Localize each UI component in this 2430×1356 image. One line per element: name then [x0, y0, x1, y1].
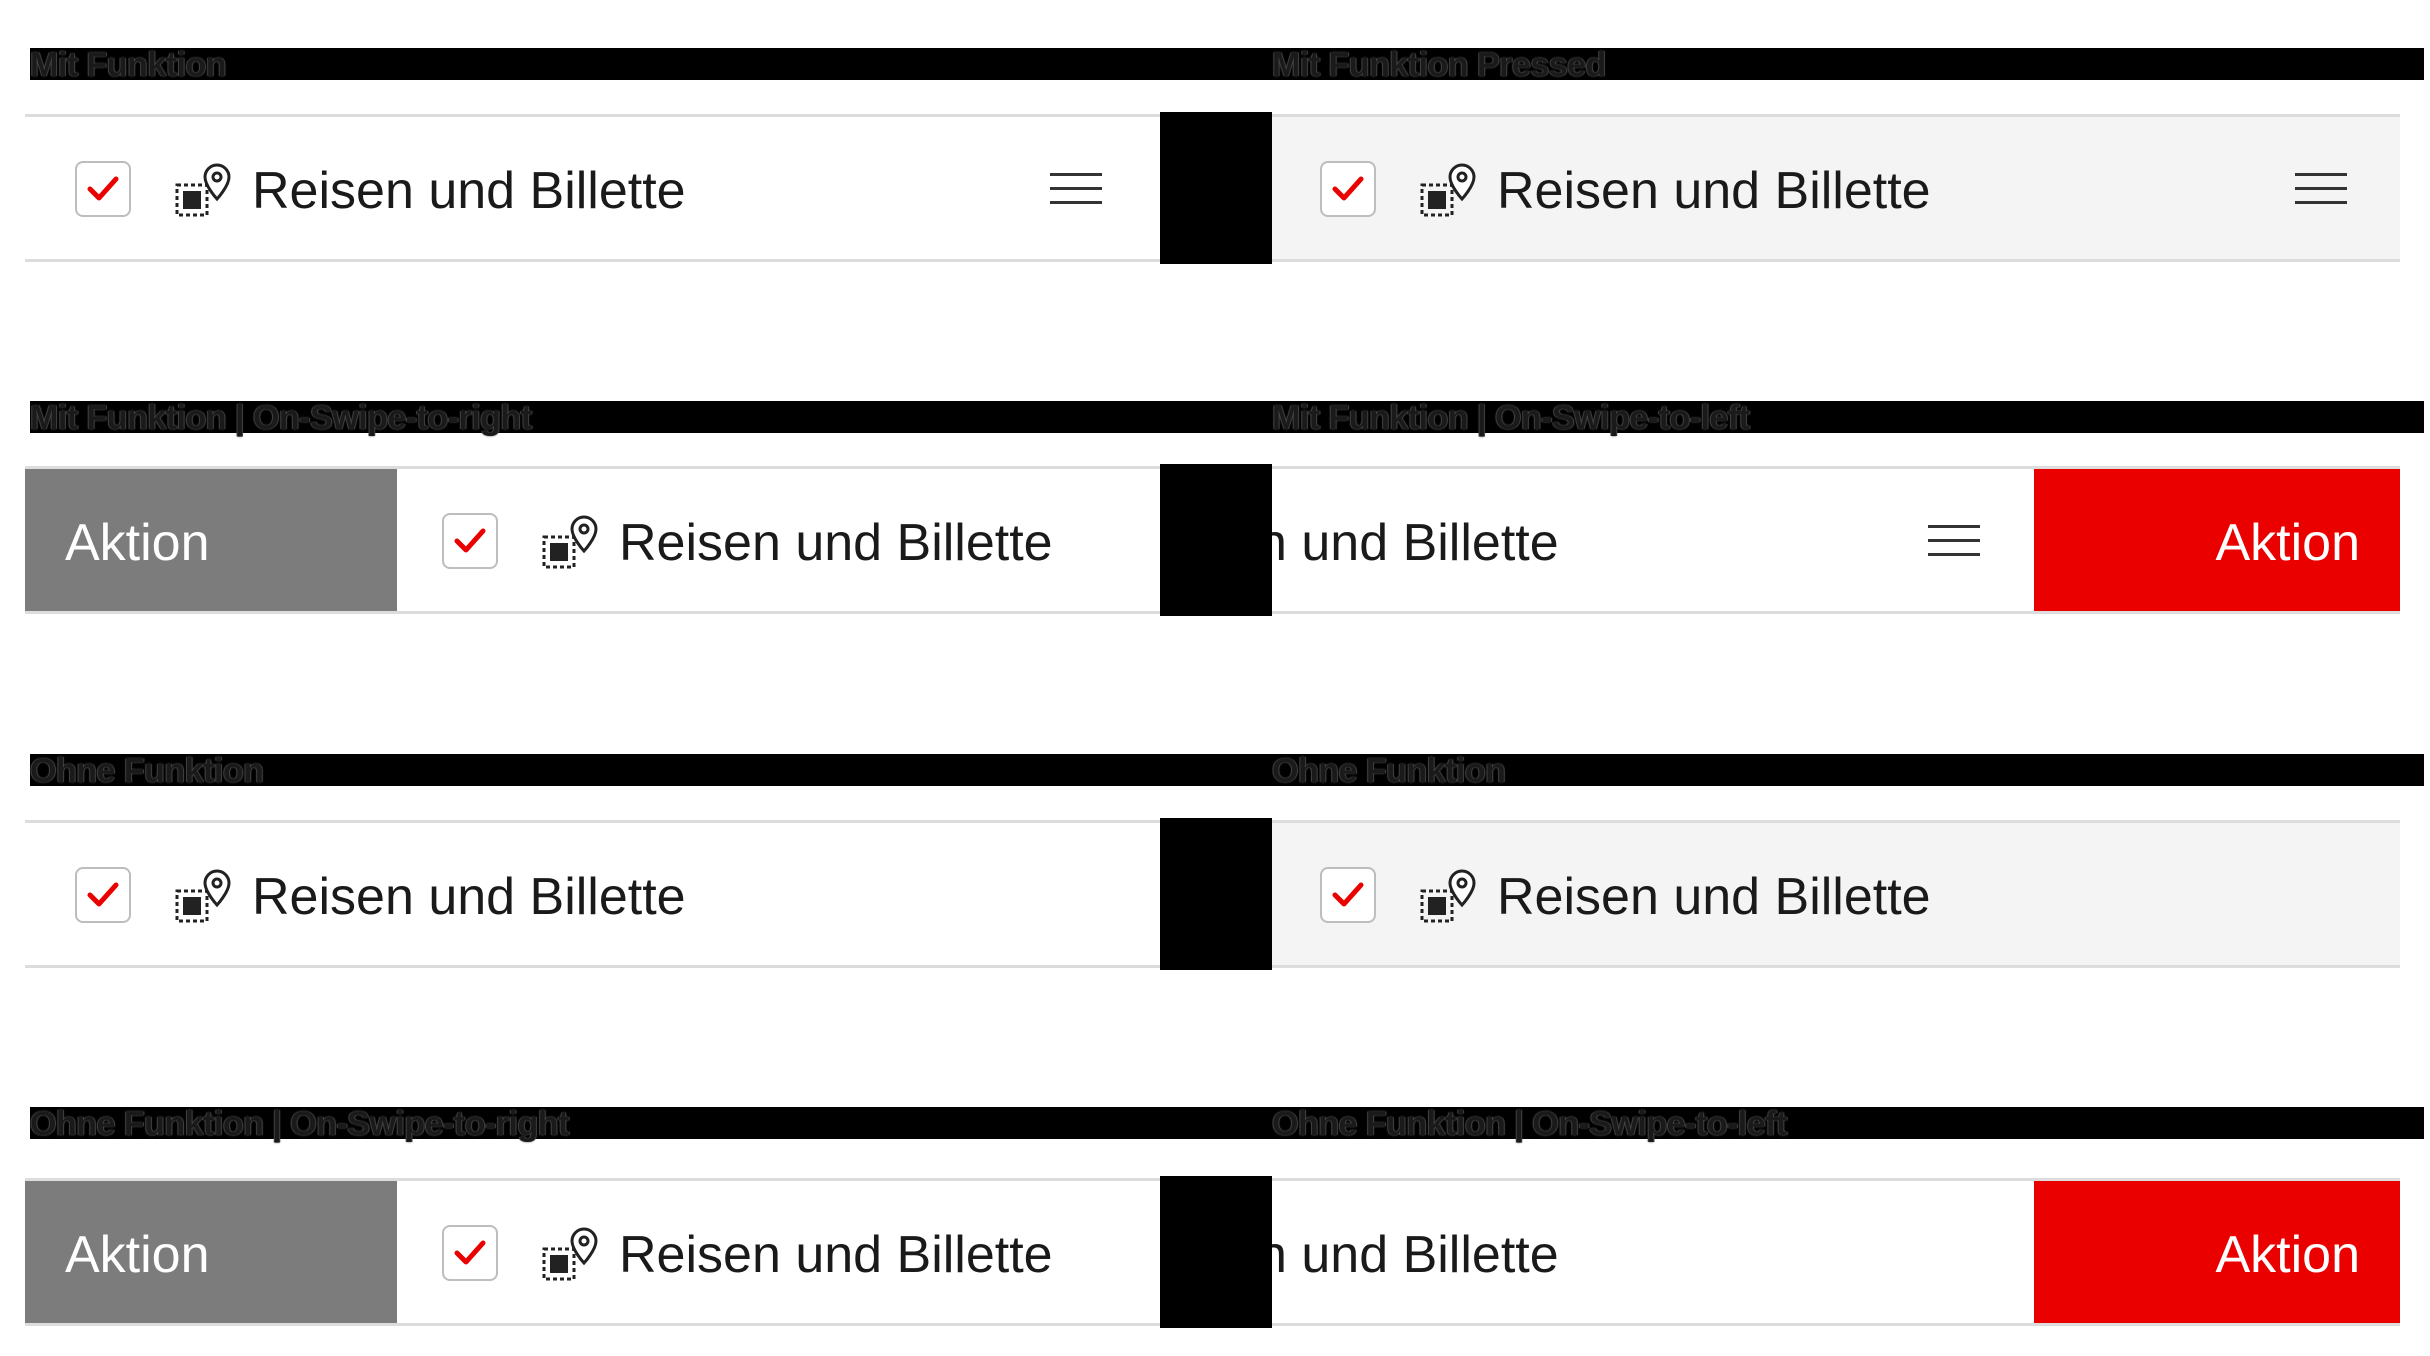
section-label: Mit Funktion: [30, 46, 227, 84]
section-label: Ohne Funktion: [1272, 752, 1506, 790]
checkmark-icon: [87, 176, 119, 201]
section-header-ohne-funktion: Ohne Funktion: [30, 752, 1272, 790]
list-item-pressed[interactable]: Reisen und Billette: [1272, 820, 2400, 968]
section-header-mit-funktion: Mit Funktion: [30, 46, 1272, 84]
action-button[interactable]: Aktion: [2034, 1181, 2400, 1323]
section-header-mit-funktion-pressed: Mit Funktion Pressed: [1272, 46, 2424, 84]
column-separator: [1160, 112, 1272, 264]
list-item-swiped-left[interactable]: n und Billette Aktion: [1272, 1178, 2400, 1326]
checkbox[interactable]: [442, 1225, 498, 1281]
checkbox[interactable]: [442, 513, 498, 569]
item-title-partial: n und Billette: [1272, 1226, 1559, 1284]
action-label: Aktion: [65, 1226, 210, 1284]
item-title-partial: n und Billette: [1272, 514, 1559, 572]
checkmark-icon: [87, 882, 119, 907]
checkbox[interactable]: [1320, 161, 1376, 217]
list-item-pressed[interactable]: Reisen und Billette: [1272, 114, 2400, 262]
travel-ticket-location-icon: [1420, 163, 1476, 217]
section-header-ohne-funktion-pressed: Ohne Funktion: [1272, 752, 2424, 790]
item-title: Reisen und Billette: [619, 1226, 1053, 1284]
column-separator: [1160, 818, 1272, 970]
checkmark-icon: [1332, 176, 1364, 201]
checkmark-icon: [454, 528, 486, 553]
section-label: Mit Funktion | On-Swipe-to-right: [30, 399, 532, 437]
travel-ticket-location-icon: [542, 515, 598, 569]
checkbox[interactable]: [1320, 867, 1376, 923]
travel-ticket-location-icon: [1420, 869, 1476, 923]
checkbox[interactable]: [75, 867, 131, 923]
action-button[interactable]: Aktion: [25, 1181, 397, 1323]
travel-ticket-location-icon: [175, 163, 231, 217]
travel-ticket-location-icon: [175, 869, 231, 923]
item-title: Reisen und Billette: [1497, 162, 1931, 220]
list-item[interactable]: Reisen und Billette: [25, 114, 1160, 262]
travel-ticket-location-icon: [542, 1227, 598, 1281]
item-title: Reisen und Billette: [619, 514, 1053, 572]
item-title: Reisen und Billette: [252, 162, 686, 220]
section-header-mit-funktion-swipe-left: Mit Funktion | On-Swipe-to-left: [1272, 399, 2424, 437]
column-separator: [1160, 1176, 1272, 1328]
item-title: Reisen und Billette: [252, 868, 686, 926]
action-label: Aktion: [65, 514, 210, 572]
section-header-ohne-funktion-swipe-left: Ohne Funktion | On-Swipe-to-left: [1272, 1105, 2424, 1143]
item-title: Reisen und Billette: [1497, 868, 1931, 926]
list-item-swiped-right[interactable]: Aktion Reisen und Billette: [25, 1178, 1160, 1326]
column-separator: [1160, 464, 1272, 616]
action-label: Aktion: [2215, 514, 2360, 572]
hamburger-icon[interactable]: [1928, 525, 1980, 559]
hamburger-icon[interactable]: [1050, 173, 1102, 207]
section-label: Ohne Funktion | On-Swipe-to-right: [30, 1105, 569, 1143]
section-header-mit-funktion-swipe-right: Mit Funktion | On-Swipe-to-right: [30, 399, 1272, 437]
checkmark-icon: [454, 1240, 486, 1265]
section-label: Ohne Funktion | On-Swipe-to-left: [1272, 1105, 1787, 1143]
section-label: Mit Funktion Pressed: [1272, 46, 1606, 84]
list-item[interactable]: Reisen und Billette: [25, 820, 1160, 968]
action-label: Aktion: [2215, 1226, 2360, 1284]
action-button[interactable]: Aktion: [25, 469, 397, 611]
section-header-ohne-funktion-swipe-right: Ohne Funktion | On-Swipe-to-right: [30, 1105, 1272, 1143]
checkmark-icon: [1332, 882, 1364, 907]
list-item-swiped-left[interactable]: n und Billette Aktion: [1272, 466, 2400, 614]
hamburger-icon[interactable]: [2295, 173, 2347, 207]
section-label: Ohne Funktion: [30, 752, 264, 790]
section-label: Mit Funktion | On-Swipe-to-left: [1272, 399, 1750, 437]
action-button[interactable]: Aktion: [2034, 469, 2400, 611]
list-item-swiped-right[interactable]: Aktion Reisen und Billette: [25, 466, 1160, 614]
checkbox[interactable]: [75, 161, 131, 217]
